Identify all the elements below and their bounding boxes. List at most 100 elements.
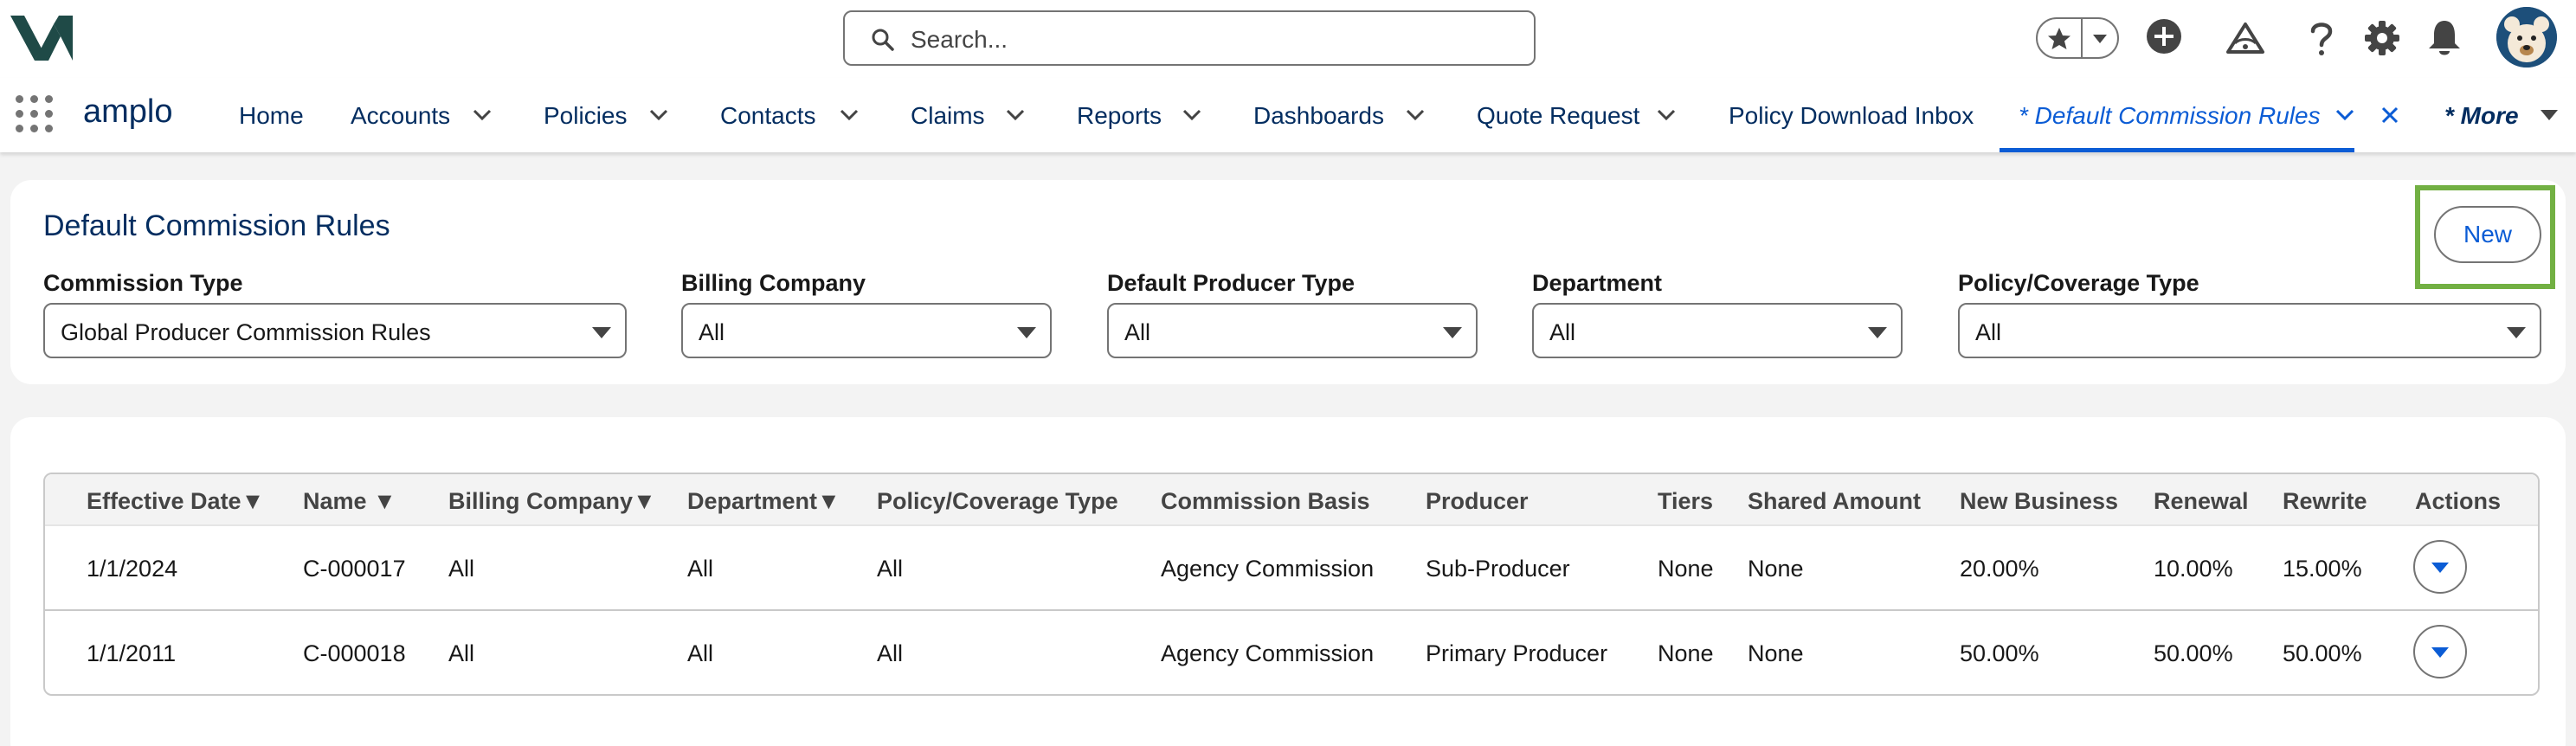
commission-type-value: Global Producer Commission Rules: [61, 319, 431, 345]
chevron-down-icon[interactable]: [1406, 109, 1425, 121]
dropdown-arrow-icon: [592, 327, 611, 338]
nav-item-dashboards[interactable]: Dashboards: [1253, 102, 1384, 130]
app-launcher-waffle-icon[interactable]: [16, 95, 54, 133]
chevron-down-icon[interactable]: [649, 109, 668, 121]
cell-rewrite: 50.00%: [2283, 640, 2362, 666]
filter-label-commission-type: Commission Type: [43, 270, 243, 296]
nav-more-menu[interactable]: * More: [2444, 102, 2519, 130]
department-value: All: [1549, 319, 1576, 345]
trailhead-icon[interactable]: [2225, 17, 2266, 59]
chevron-down-icon[interactable]: [473, 109, 492, 121]
dropdown-arrow-icon: [1868, 327, 1887, 338]
cell-name: C-000017: [303, 556, 406, 582]
nav-item-home[interactable]: Home: [239, 102, 304, 130]
cell-effective-date: 1/1/2011: [87, 640, 177, 666]
page-title: Default Commission Rules: [43, 209, 390, 242]
tab-default-commission-rules[interactable]: * Default Commission Rules: [2000, 78, 2399, 152]
filter-label-default-producer-type: Default Producer Type: [1107, 270, 1356, 296]
column-header-effective-date[interactable]: Effective Date▼: [87, 488, 264, 515]
setup-gear-icon[interactable]: [2361, 17, 2403, 59]
app-navigation-bar: amplo Home Accounts Policies Contacts Cl…: [0, 78, 2576, 152]
commission-rules-table: Effective Date▼ Name ▼ Billing Company▼ …: [43, 473, 2540, 696]
table-row: 1/1/2011 C-000018 All All All Agency Com…: [45, 611, 2538, 694]
favorites-dropdown-icon[interactable]: [2091, 33, 2109, 45]
column-header-rewrite: Rewrite: [2283, 488, 2367, 514]
cell-new-business: 50.00%: [1960, 640, 2039, 666]
column-header-producer: Producer: [1426, 488, 1529, 514]
nav-item-policies[interactable]: Policies: [544, 102, 627, 130]
cell-renewal: 10.00%: [2154, 556, 2233, 582]
app-logo-icon[interactable]: [9, 10, 76, 64]
department-select[interactable]: All: [1532, 303, 1903, 358]
favorites-group: [2036, 17, 2119, 59]
row-actions-button[interactable]: [2413, 625, 2467, 678]
help-icon[interactable]: [2301, 17, 2342, 59]
row-actions-button[interactable]: [2413, 540, 2467, 594]
more-dropdown-icon[interactable]: [2540, 109, 2559, 121]
chevron-down-icon: [2431, 647, 2449, 658]
policy-coverage-type-select[interactable]: All: [1958, 303, 2541, 358]
app-name: amplo: [83, 93, 173, 130]
search-icon: [872, 29, 894, 51]
filter-label-policy-coverage-type: Policy/Coverage Type: [1958, 270, 2199, 296]
cell-name: C-000018: [303, 640, 406, 666]
search-placeholder: Search...: [911, 26, 1008, 53]
nav-item-reports[interactable]: Reports: [1077, 102, 1162, 130]
cell-policy-coverage-type: All: [877, 640, 904, 666]
nav-item-contacts[interactable]: Contacts: [720, 102, 816, 130]
close-icon[interactable]: [2380, 106, 2399, 125]
billing-company-select[interactable]: All: [681, 303, 1052, 358]
chevron-down-icon[interactable]: [840, 109, 859, 121]
cell-policy-coverage-type: All: [877, 556, 904, 582]
chevron-down-icon[interactable]: [1006, 109, 1025, 121]
column-header-tiers: Tiers: [1658, 488, 1714, 514]
global-actions-plus-icon[interactable]: [2143, 17, 2185, 59]
cell-producer: Sub-Producer: [1426, 556, 1570, 582]
billing-company-value: All: [699, 319, 725, 345]
favorites-star-icon[interactable]: [2046, 26, 2072, 52]
column-header-policy-coverage-type: Policy/Coverage Type: [877, 488, 1118, 514]
column-header-name[interactable]: Name ▼: [303, 488, 396, 515]
dropdown-arrow-icon: [1017, 327, 1036, 338]
default-producer-type-select[interactable]: All: [1107, 303, 1478, 358]
cell-department: All: [687, 556, 714, 582]
nav-item-policy-download-inbox[interactable]: Policy Download Inbox: [1729, 102, 1974, 130]
cell-renewal: 50.00%: [2154, 640, 2233, 666]
policy-coverage-type-value: All: [1975, 319, 2002, 345]
column-header-actions: Actions: [2415, 488, 2502, 514]
chevron-down-icon[interactable]: [2335, 109, 2354, 121]
cell-billing-company: All: [448, 556, 475, 582]
table-header: Effective Date▼ Name ▼ Billing Company▼ …: [45, 474, 2538, 526]
column-header-commission-basis: Commission Basis: [1161, 488, 1370, 514]
filter-label-department: Department: [1532, 270, 1663, 296]
cell-shared-amount: None: [1748, 556, 1804, 582]
nav-item-quote-request[interactable]: Quote Request: [1477, 102, 1639, 130]
cell-billing-company: All: [448, 640, 475, 666]
cell-commission-basis: Agency Commission: [1161, 640, 1375, 666]
chevron-down-icon: [2431, 563, 2449, 573]
chevron-down-icon[interactable]: [1657, 109, 1676, 121]
favorites-divider: [2081, 19, 2083, 57]
user-avatar[interactable]: [2496, 7, 2557, 68]
global-search-input[interactable]: Search...: [843, 10, 1536, 66]
nav-item-accounts[interactable]: Accounts: [351, 102, 450, 130]
active-tab-label: * Default Commission Rules: [2019, 102, 2321, 129]
column-header-department[interactable]: Department▼: [687, 488, 840, 515]
new-button[interactable]: New: [2434, 206, 2541, 263]
notifications-bell-icon[interactable]: [2424, 17, 2465, 59]
nav-item-claims[interactable]: Claims: [911, 102, 985, 130]
cell-shared-amount: None: [1748, 640, 1804, 666]
cell-producer: Primary Producer: [1426, 640, 1608, 666]
cell-rewrite: 15.00%: [2283, 556, 2362, 582]
commission-rules-card: Effective Date▼ Name ▼ Billing Company▼ …: [10, 417, 2566, 746]
chevron-down-icon[interactable]: [1182, 109, 1201, 121]
dropdown-arrow-icon: [1443, 327, 1462, 338]
cell-tiers: None: [1658, 556, 1714, 582]
table-row: 1/1/2024 C-000017 All All All Agency Com…: [45, 526, 2538, 611]
column-header-billing-company[interactable]: Billing Company▼: [448, 488, 656, 515]
filters-card: Default Commission Rules New Commission …: [10, 180, 2566, 384]
commission-type-select[interactable]: Global Producer Commission Rules: [43, 303, 627, 358]
default-producer-type-value: All: [1124, 319, 1151, 345]
filter-label-billing-company: Billing Company: [681, 270, 866, 296]
cell-commission-basis: Agency Commission: [1161, 556, 1375, 582]
